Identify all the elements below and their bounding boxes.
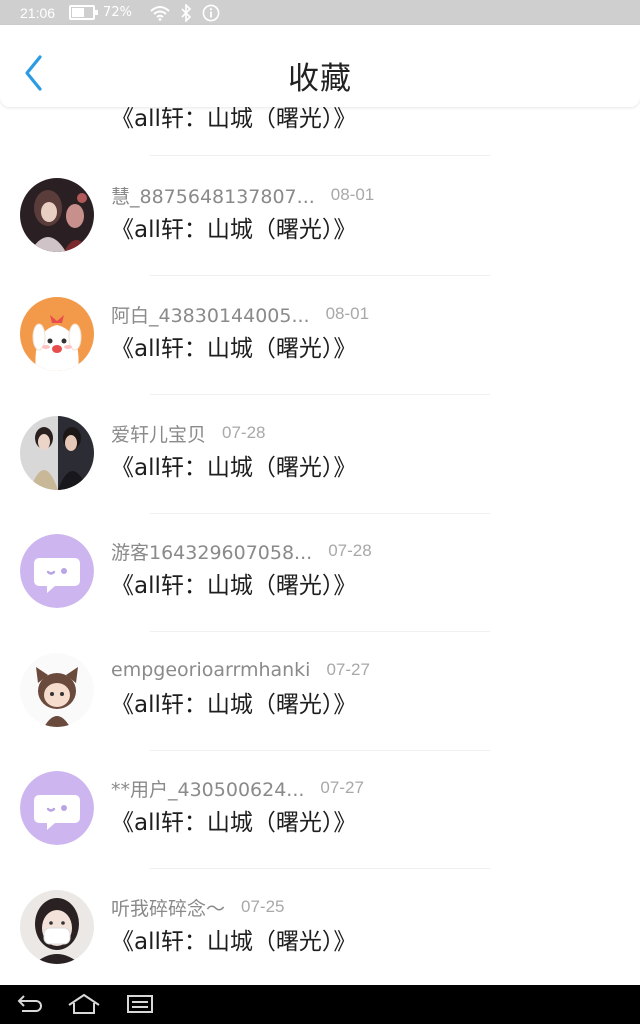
avatar bbox=[20, 416, 94, 490]
divider bbox=[150, 275, 490, 276]
status-time: 21:06 bbox=[20, 4, 56, 21]
date: 07-25 bbox=[241, 897, 285, 916]
content-title: 《all轩：山城（曙光）》 bbox=[111, 573, 357, 599]
item-meta: 听我碎碎念～ 07-25 bbox=[111, 893, 285, 921]
system-nav-bar bbox=[0, 985, 640, 1024]
divider bbox=[150, 631, 490, 632]
info-icon bbox=[202, 4, 220, 21]
list-item[interactable]: 阿白_43830144005... 08-01 《all轩：山城（曙光）》 bbox=[0, 277, 640, 395]
username: 爱轩儿宝贝 bbox=[111, 423, 207, 446]
username: 游客164329607058... bbox=[111, 541, 313, 564]
date: 07-28 bbox=[328, 541, 372, 560]
divider bbox=[150, 155, 490, 156]
home-icon bbox=[68, 993, 100, 1014]
username: 慧_8875648137807... bbox=[111, 185, 315, 208]
avatar bbox=[20, 771, 94, 845]
item-meta: empgeorioarrmhanki 07-27 bbox=[111, 656, 370, 684]
content-title: 《all轩：山城（曙光）》 bbox=[111, 217, 357, 243]
content-title: 《all轩：山城（曙光）》 bbox=[111, 455, 357, 481]
avatar bbox=[20, 534, 94, 608]
item-meta: **用户_430500624... 07-27 bbox=[111, 774, 364, 802]
content-title: 《all轩：山城（曙光）》 bbox=[111, 810, 357, 836]
username: empgeorioarrmhanki bbox=[111, 659, 311, 681]
app-header: 收藏 bbox=[0, 25, 640, 107]
avatar bbox=[20, 297, 94, 371]
item-meta: 爱轩儿宝贝 07-28 bbox=[111, 419, 266, 447]
item-meta: 游客164329607058... 07-28 bbox=[111, 537, 372, 565]
list-item[interactable]: 游客164329607058... 07-28 《all轩：山城（曙光）》 bbox=[0, 514, 640, 632]
content-title: 《all轩：山城（曙光）》 bbox=[111, 336, 357, 362]
username: 听我碎碎念～ bbox=[111, 897, 226, 920]
avatar bbox=[20, 178, 94, 252]
battery-icon bbox=[69, 5, 99, 20]
date: 08-01 bbox=[325, 304, 370, 323]
nav-recent-button[interactable] bbox=[126, 993, 154, 1019]
nav-home-button[interactable] bbox=[66, 993, 102, 1019]
list-item[interactable]: 慧_8875648137807... 08-01 《all轩：山城（曙光）》 bbox=[0, 158, 640, 276]
recent-apps-icon bbox=[127, 995, 153, 1013]
favorites-list[interactable]: 《all轩：山城（曙光）》 慧_8875648137807... 08-01 《… bbox=[0, 0, 640, 985]
list-item[interactable]: 听我碎碎念～ 07-25 《all轩：山城（曙光）》 bbox=[0, 870, 640, 985]
date: 07-27 bbox=[320, 778, 364, 797]
list-item[interactable]: **用户_430500624... 07-27 《all轩：山城（曙光）》 bbox=[0, 751, 640, 869]
status-bar: 21:06 72% bbox=[0, 0, 640, 25]
item-meta: 慧_8875648137807... 08-01 bbox=[111, 181, 374, 209]
divider bbox=[150, 868, 490, 869]
bluetooth-icon bbox=[181, 3, 192, 22]
list-item[interactable]: empgeorioarrmhanki 07-27 《all轩：山城（曙光）》 bbox=[0, 633, 640, 751]
username: **用户_430500624... bbox=[111, 778, 305, 801]
content-title: 《all轩：山城（曙光）》 bbox=[111, 929, 357, 955]
item-meta: 阿白_43830144005... 08-01 bbox=[111, 300, 369, 328]
back-arrow-icon bbox=[17, 995, 42, 1012]
wifi-icon bbox=[150, 5, 170, 21]
content-title: 《all轩：山城（曙光）》 bbox=[111, 692, 357, 718]
date: 08-01 bbox=[330, 185, 375, 204]
list-item[interactable]: 爱轩儿宝贝 07-28 《all轩：山城（曙光）》 bbox=[0, 396, 640, 514]
avatar bbox=[20, 653, 94, 727]
nav-back-button[interactable] bbox=[14, 993, 44, 1019]
divider bbox=[150, 394, 490, 395]
avatar bbox=[20, 890, 94, 964]
page-title: 收藏 bbox=[288, 61, 352, 97]
username: 阿白_43830144005... bbox=[111, 304, 310, 327]
date: 07-28 bbox=[222, 423, 266, 442]
date: 07-27 bbox=[326, 660, 370, 679]
battery-percent: 72% bbox=[103, 5, 132, 20]
